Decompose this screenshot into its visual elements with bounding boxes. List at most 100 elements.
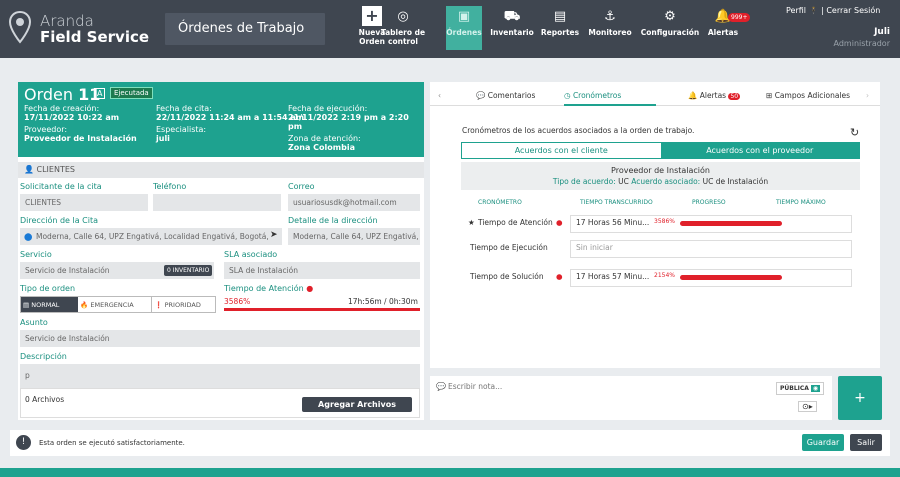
order-header: Orden 11 A Ejecutada Fecha de creación: … xyxy=(18,82,424,157)
row-elapsed: 17 Horas 56 Minu... xyxy=(576,218,650,227)
clock-icon: ◷ xyxy=(564,91,571,100)
order-title: Orden 11 xyxy=(24,85,101,104)
row-elapsed: Sin iniciar xyxy=(576,243,613,252)
nav-monitoring[interactable]: ⚓ Monitoreo xyxy=(588,6,632,50)
user-name: Juli xyxy=(874,27,890,37)
nav-configuration[interactable]: ⚙ Configuración xyxy=(640,6,700,50)
row-name: Tiempo de Solución xyxy=(470,272,544,281)
dashboard-icon: ◎ xyxy=(397,9,409,24)
address-field[interactable]: ⬤ Moderna, Calle 64, UPZ Engativá, Locali… xyxy=(20,228,282,245)
tab-chronometers[interactable]: ◷ Cronómetros xyxy=(564,86,656,106)
col-elapsed: TIEMPO TRANSCURRIDO xyxy=(580,199,653,206)
monitor-icon: ⚓ xyxy=(604,9,616,24)
row-percent: 3586% xyxy=(654,218,675,225)
segment-provider[interactable]: Acuerdos con el proveedor xyxy=(660,143,859,158)
created-value: 17/11/2022 10:22 am xyxy=(24,113,120,122)
requester-field[interactable]: CLIENTES xyxy=(20,194,148,211)
specialist-value: juli xyxy=(156,134,170,143)
nav-orders[interactable]: ▣ Órdenes xyxy=(446,6,482,50)
chrono-row-solution: Tiempo de Solución ● 17 Horas 57 Minu...… xyxy=(462,269,852,287)
public-toggle[interactable]: PÚBLICA ◉ xyxy=(776,382,825,395)
nav-inventory[interactable]: ⛟ Inventario xyxy=(490,6,534,50)
user-icon: 🕴 xyxy=(808,6,822,15)
subject-field[interactable]: Servicio de Instalación xyxy=(20,330,420,347)
appointment-label: Fecha de cita: xyxy=(156,104,212,113)
cart-icon: ⛟ xyxy=(503,9,521,24)
attention-progress-bar xyxy=(224,308,420,311)
tab-additional-fields[interactable]: ⊞ Campos Adicionales xyxy=(766,86,850,106)
provider-value: Proveedor de Instalación xyxy=(24,134,137,143)
chrono-row-execution: Tiempo de Ejecución Sin iniciar xyxy=(462,240,852,258)
tab-alerts-badge: 50 xyxy=(728,93,741,100)
user-role: Administrador xyxy=(833,39,890,48)
address-label: Dirección de la Cita xyxy=(20,216,99,225)
email-field[interactable]: usuariosusdk@hotmail.com xyxy=(288,194,420,211)
row-name: Tiempo de Atención xyxy=(478,218,553,227)
module-title: Órdenes de Trabajo xyxy=(165,13,325,45)
footer-bar: ! Esta orden se ejecutó satisfactoriamen… xyxy=(10,430,890,456)
col-chrono: CRONÓMETRO xyxy=(478,199,522,206)
nav-reports[interactable]: ▤ Reportes xyxy=(540,6,580,50)
alert-icon: ● xyxy=(306,284,314,293)
aranda-logo-icon xyxy=(8,10,32,44)
type-normal-option[interactable]: ▤ NORMAL xyxy=(21,297,79,312)
comment-icon: 💬 xyxy=(476,91,486,100)
add-note-button[interactable]: + xyxy=(838,376,882,420)
add-files-button[interactable]: Agregar Archivos xyxy=(302,397,412,412)
sla-label: SLA asociado xyxy=(224,250,278,259)
tabs-next-icon[interactable]: › xyxy=(866,86,869,106)
alerts-count-badge: 999+ xyxy=(728,13,751,22)
account-links: Perfil 🕴 | Cerrar Sesión xyxy=(786,6,880,15)
navigate-icon[interactable]: ➤ xyxy=(270,230,278,240)
sla-field[interactable]: SLA de Instalación xyxy=(224,262,420,279)
type-emergency-option[interactable]: 🔥 EMERGENCIA xyxy=(78,297,153,312)
note-input[interactable] xyxy=(448,379,748,393)
type-priority-option[interactable]: ❗ PRIORIDAD xyxy=(152,297,215,312)
gear-icon: ⚙ xyxy=(664,9,676,24)
appointment-value: 22/11/2022 11:24 am a 11:54 am xyxy=(156,113,305,122)
file-count: 0 Archivos xyxy=(25,395,65,404)
phone-field[interactable] xyxy=(153,194,281,211)
row-progress-bar xyxy=(680,275,782,280)
provider-box: Proveedor de Instalación Tipo de acuerdo… xyxy=(461,162,860,190)
refresh-icon[interactable]: ↻ xyxy=(850,126,859,139)
footer-message: Esta orden se ejecutó satisfactoriamente… xyxy=(39,439,185,447)
chrono-row-attention: ★ Tiempo de Atención ● 17 Horas 56 Minu.… xyxy=(462,215,852,233)
tabs-prev-icon[interactable]: ‹ xyxy=(438,86,441,106)
attention-time-label: Tiempo de Atención ● xyxy=(224,284,314,293)
zone-label: Zona de atención: xyxy=(288,134,361,143)
segment-client[interactable]: Acuerdos con el cliente xyxy=(462,143,661,158)
bottom-accent-bar xyxy=(0,468,900,477)
subject-label: Asunto xyxy=(20,318,48,327)
row-percent: 2154% xyxy=(654,272,675,279)
alert-icon: ● xyxy=(556,218,563,227)
description-label: Descripción xyxy=(20,352,67,361)
location-pin-icon: ⬤ xyxy=(24,232,33,241)
description-field[interactable]: p xyxy=(20,364,420,388)
client-section-header: 👤 CLIENTES xyxy=(18,162,424,178)
top-bar: Aranda Field Service Órdenes de Trabajo … xyxy=(0,0,900,58)
chronometer-panel: ‹ 💬 Comentarios ◷ Cronómetros 🔔 Alertas … xyxy=(430,82,880,368)
logout-link[interactable]: Cerrar Sesión xyxy=(826,6,880,15)
nav-dashboard[interactable]: ◎ Tablero de control xyxy=(372,6,434,50)
info-icon: ! xyxy=(16,435,31,450)
chrono-intro: Cronómetros de los acuerdos asociados a … xyxy=(462,126,695,135)
tab-comments[interactable]: 💬 Comentarios xyxy=(476,86,535,106)
tab-alerts[interactable]: 🔔 Alertas 50 xyxy=(688,86,741,106)
plus-box-icon: ⊞ xyxy=(766,91,773,100)
exit-button[interactable]: Salir xyxy=(850,434,882,451)
col-max-time: TIEMPO MÁXIMO xyxy=(776,199,826,206)
phone-label: Teléfono xyxy=(153,182,187,191)
row-elapsed: 17 Horas 57 Minu... xyxy=(576,272,650,281)
provider-name: Proveedor de Instalación xyxy=(611,166,710,175)
brand-line2: Field Service xyxy=(40,28,150,46)
email-label: Correo xyxy=(288,182,315,191)
created-label: Fecha de creación: xyxy=(24,104,100,113)
order-type-label: Tipo de orden xyxy=(20,284,76,293)
inventory-badge[interactable]: 0 INVENTARIO xyxy=(164,265,213,276)
status-badge: Ejecutada xyxy=(110,87,153,99)
profile-link[interactable]: Perfil xyxy=(786,6,806,15)
camera-icon[interactable]: ⊙▸ xyxy=(798,401,817,412)
save-button[interactable]: Guardar xyxy=(802,434,844,451)
address-detail-field[interactable]: Moderna, Calle 64, UPZ Engativá, L xyxy=(288,228,420,245)
